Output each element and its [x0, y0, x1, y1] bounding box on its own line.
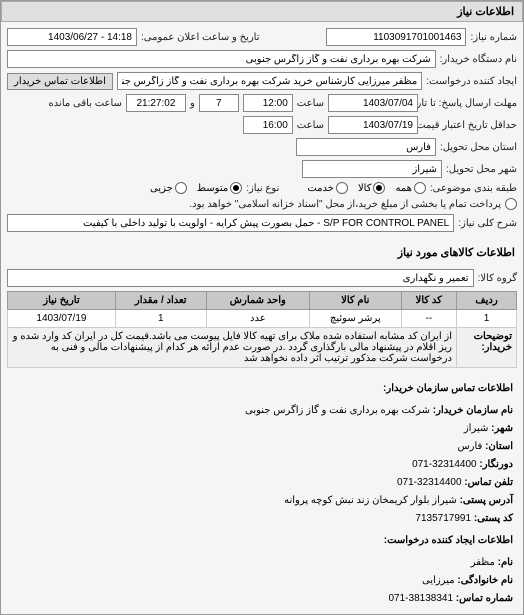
category-label: طبقه بندی موضوعی: [430, 183, 517, 194]
province-input[interactable] [296, 138, 436, 156]
th-qty: تعداد / مقدار [115, 292, 206, 310]
req-desc-label: شرح کلی نیاز: [458, 218, 517, 229]
th-code: کد کالا [401, 292, 456, 310]
deadline-date-input[interactable] [328, 94, 418, 112]
creator-info-title: اطلاعات ایجاد کننده درخواست: [11, 532, 513, 550]
province-label: استان محل تحویل: [440, 142, 517, 153]
announce-label: تاریخ و ساعت اعلان عمومی: [141, 32, 260, 43]
price-deadline-label: حداقل تاریخ اعتبار قیمت: تا تاریخ: [422, 120, 517, 131]
th-row: ردیف [457, 292, 517, 310]
category-radio-group: همه کالا خدمت [307, 182, 426, 194]
radio-all[interactable] [414, 182, 426, 194]
main-panel: اطلاعات نیاز شماره نیاز: تاریخ و ساعت اع… [0, 0, 524, 615]
and-label: و [190, 98, 195, 109]
th-name: نام کالا [310, 292, 402, 310]
need-type-radio-group: متوسط جزیی [150, 182, 242, 194]
items-title: اطلاعات کالاهای مورد نیاز [1, 242, 523, 263]
th-date: تاریخ نیاز [8, 292, 116, 310]
explain-row: توضیحات خریدار: از ایران کد مشابه استفاد… [8, 328, 517, 368]
table-header-row: ردیف کد کالا نام کالا واحد شمارش تعداد /… [8, 292, 517, 310]
announce-input[interactable] [7, 28, 137, 46]
radio-partial[interactable] [175, 182, 187, 194]
panel-title: اطلاعات نیاز [1, 1, 523, 22]
radio-goods[interactable] [373, 182, 385, 194]
price-time-input[interactable] [243, 116, 293, 134]
radio-service[interactable] [336, 182, 348, 194]
req-no-input[interactable] [326, 28, 466, 46]
payment-label: پرداخت تمام یا بخشی از مبلغ خرید،از محل … [189, 199, 501, 210]
city-input[interactable] [302, 160, 442, 178]
group-label: گروه کالا: [478, 273, 517, 284]
radio-medium[interactable] [230, 182, 242, 194]
group-input[interactable] [7, 269, 474, 287]
explain-text: از ایران کد مشابه استفاده شده ملاک برای … [8, 328, 457, 368]
contact-section: اطلاعات تماس سازمان خریدار: نام سازمان خ… [1, 374, 523, 614]
deadline-time-input[interactable] [243, 94, 293, 112]
countdown-input[interactable] [126, 94, 186, 112]
deadline-reply-label: مهلت ارسال پاسخ: تا تاریخ: [422, 98, 517, 109]
remain-label: ساعت باقی مانده [49, 98, 122, 109]
contact-info-button[interactable]: اطلاعات تماس خریدار [7, 73, 113, 90]
time-label-1: ساعت [297, 98, 324, 109]
days-remain-input[interactable] [199, 94, 239, 112]
form-area: شماره نیاز: تاریخ و ساعت اعلان عمومی: نا… [1, 22, 523, 242]
req-desc-input[interactable] [7, 214, 454, 232]
req-no-label: شماره نیاز: [470, 32, 517, 43]
contact-title: اطلاعات تماس سازمان خریدار: [11, 380, 513, 398]
table-row[interactable]: 1 -- پرشر سوئیچ عدد 1 1403/07/19 [8, 310, 517, 328]
buyer-org-label: نام دستگاه خریدار: [440, 54, 517, 65]
creator-input[interactable] [117, 72, 422, 90]
buyer-org-input[interactable] [7, 50, 436, 68]
items-table: ردیف کد کالا نام کالا واحد شمارش تعداد /… [7, 291, 517, 368]
radio-payment[interactable] [505, 198, 517, 210]
th-unit: واحد شمارش [206, 292, 309, 310]
explain-label: توضیحات خریدار: [457, 328, 517, 368]
price-date-input[interactable] [328, 116, 418, 134]
need-type-label: نوع نیاز: [246, 183, 279, 194]
city-label: شهر محل تحویل: [446, 164, 517, 175]
time-label-2: ساعت [297, 120, 324, 131]
creator-label: ایجاد کننده درخواست: [426, 76, 517, 87]
